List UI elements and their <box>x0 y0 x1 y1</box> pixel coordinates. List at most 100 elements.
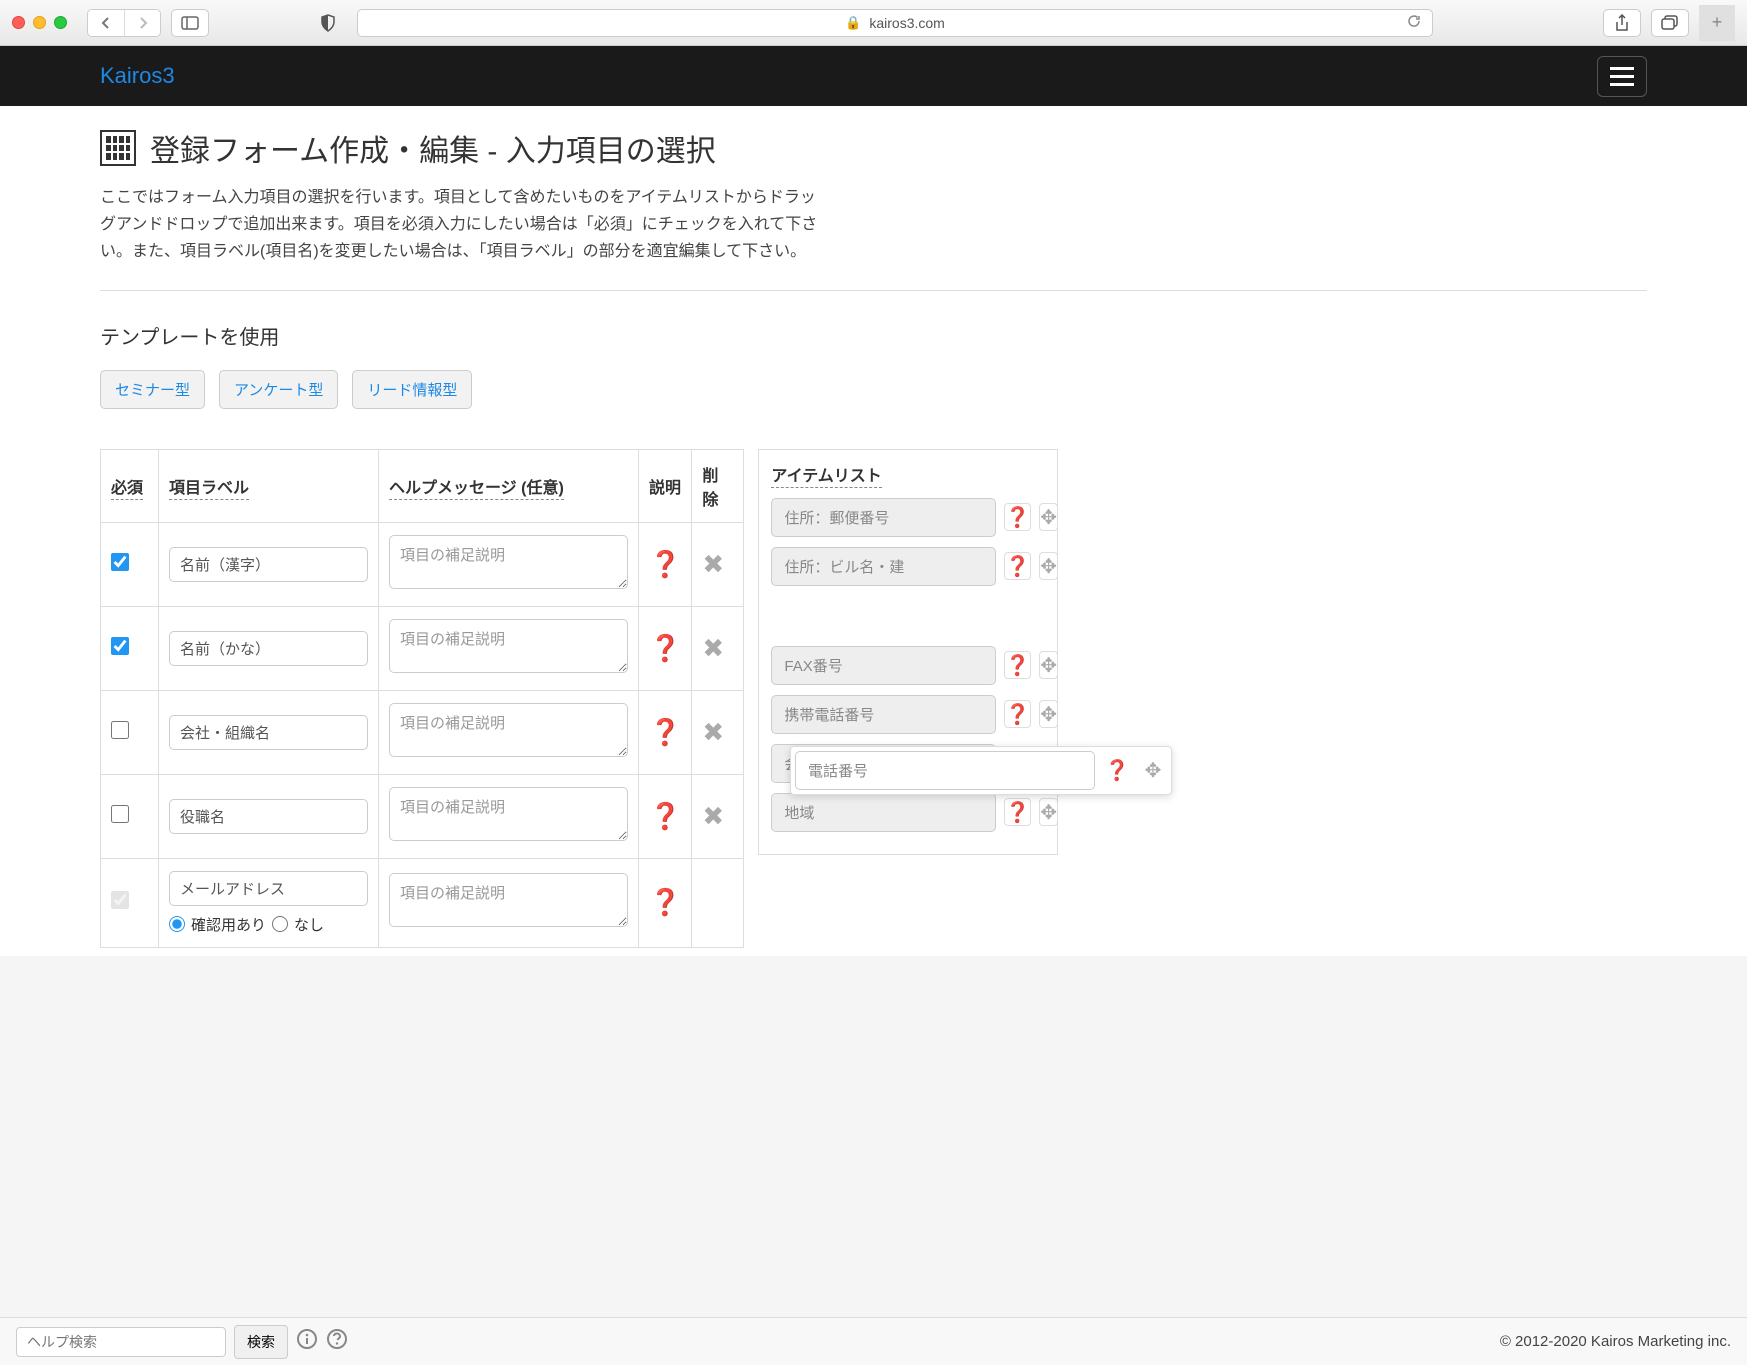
item-help-button[interactable]: ❓ <box>1004 552 1031 580</box>
back-button[interactable] <box>88 10 124 36</box>
form-fields-table: 必須 項目ラベル ヘルプメッセージ (任意) 説明 削除 ❓ ✖ <box>100 449 744 948</box>
help-textarea[interactable] <box>389 535 628 589</box>
question-circle-icon: ❓ <box>649 801 681 831</box>
sidebar-toggle-button[interactable] <box>171 9 209 37</box>
move-icon: ✥ <box>1040 653 1057 678</box>
item-drag-handle[interactable]: ✥ <box>1039 552 1058 580</box>
required-checkbox[interactable] <box>111 637 129 655</box>
question-circle-icon: ❓ <box>649 549 681 579</box>
help-textarea[interactable] <box>389 873 628 927</box>
table-row: ❓ ✖ <box>101 774 744 858</box>
page-description: ここではフォーム入力項目の選択を行います。項目として含めたいものをアイテムリスト… <box>100 184 820 266</box>
confirm-yes-label: 確認用あり <box>191 914 266 935</box>
help-search-button[interactable]: 検索 <box>234 1325 288 1359</box>
item-help-button[interactable]: ❓ <box>1004 700 1031 728</box>
item-label <box>771 793 996 832</box>
new-tab-button[interactable]: + <box>1699 5 1735 41</box>
minimize-window-button[interactable] <box>33 16 46 29</box>
item-drag-handle[interactable]: ✥ <box>1139 757 1167 785</box>
share-button[interactable] <box>1603 9 1641 37</box>
dragging-item[interactable]: ❓ ✥ <box>790 746 1172 795</box>
template-lead-button[interactable]: リード情報型 <box>352 370 472 409</box>
required-checkbox[interactable] <box>111 805 129 823</box>
question-circle-icon: ❓ <box>1005 505 1030 530</box>
item-label <box>771 547 996 586</box>
item-help-button[interactable]: ❓ <box>1004 798 1031 826</box>
question-circle-icon: ❓ <box>649 717 681 747</box>
template-section-label: テンプレートを使用 <box>100 321 1647 350</box>
item-help-button[interactable]: ❓ <box>1103 757 1131 785</box>
item-help-button[interactable]: ❓ <box>1004 651 1031 679</box>
tabs-icon <box>1661 15 1679 31</box>
required-checkbox[interactable] <box>111 721 129 739</box>
footer: 検索 © 2012-2020 Kairos Marketing inc. <box>0 1317 1747 1365</box>
menu-button[interactable] <box>1597 56 1647 97</box>
template-seminar-button[interactable]: セミナー型 <box>100 370 205 409</box>
list-item[interactable]: ❓ ✥ <box>771 498 1045 537</box>
item-drag-handle[interactable]: ✥ <box>1039 503 1058 531</box>
table-row: ❓ ✖ <box>101 606 744 690</box>
template-buttons: セミナー型 アンケート型 リード情報型 <box>100 370 1647 409</box>
required-checkbox[interactable] <box>111 553 129 571</box>
th-explain: 説明 <box>649 480 681 497</box>
forward-button[interactable] <box>124 10 160 36</box>
help-textarea[interactable] <box>389 703 628 757</box>
divider <box>100 290 1647 291</box>
explain-button[interactable]: ❓ <box>639 858 692 947</box>
confirm-no-radio[interactable] <box>272 916 288 932</box>
sidebar-icon <box>181 16 199 30</box>
delete-button[interactable]: ✖ <box>692 606 744 690</box>
help-button[interactable] <box>326 1328 348 1356</box>
explain-button[interactable]: ❓ <box>639 690 692 774</box>
label-input[interactable] <box>169 715 368 750</box>
help-textarea[interactable] <box>389 787 628 841</box>
item-drag-handle[interactable]: ✥ <box>1039 798 1058 826</box>
confirm-no-label: なし <box>294 914 324 935</box>
move-icon: ✥ <box>1145 758 1162 783</box>
item-drag-handle[interactable]: ✥ <box>1039 700 1058 728</box>
share-icon <box>1615 14 1629 32</box>
item-help-button[interactable]: ❓ <box>1004 503 1031 531</box>
question-circle-icon <box>326 1328 348 1350</box>
required-checkbox[interactable] <box>111 891 129 909</box>
info-button[interactable] <box>296 1328 318 1356</box>
privacy-button[interactable] <box>309 9 347 37</box>
explain-button[interactable]: ❓ <box>639 522 692 606</box>
explain-button[interactable]: ❓ <box>639 774 692 858</box>
question-circle-icon: ❓ <box>649 887 681 917</box>
th-required: 必須 <box>111 480 143 500</box>
dragging-label <box>795 751 1095 790</box>
label-input[interactable] <box>169 547 368 582</box>
lock-icon: 🔒 <box>845 15 861 31</box>
list-item[interactable]: ❓ ✥ <box>771 547 1045 586</box>
maximize-window-button[interactable] <box>54 16 67 29</box>
delete-button[interactable]: ✖ <box>692 522 744 606</box>
reload-icon[interactable] <box>1406 13 1422 32</box>
item-label <box>771 695 996 734</box>
explain-button[interactable]: ❓ <box>639 606 692 690</box>
url-bar[interactable]: 🔒 kairos3.com <box>357 9 1433 37</box>
list-item[interactable]: ❓ ✥ <box>771 695 1045 734</box>
app-logo[interactable]: Kairos3 <box>100 63 175 89</box>
delete-button[interactable]: ✖ <box>692 690 744 774</box>
help-textarea[interactable] <box>389 619 628 673</box>
label-input[interactable] <box>169 799 368 834</box>
tabs-button[interactable] <box>1651 9 1689 37</box>
template-survey-button[interactable]: アンケート型 <box>219 370 338 409</box>
th-help: ヘルプメッセージ (任意) <box>389 480 564 500</box>
item-drag-handle[interactable]: ✥ <box>1039 651 1058 679</box>
help-search-input[interactable] <box>16 1327 226 1357</box>
th-delete: 削除 <box>702 468 718 509</box>
list-item[interactable]: ❓ ✥ <box>771 793 1045 832</box>
move-icon: ✥ <box>1040 554 1057 579</box>
confirm-yes-radio[interactable] <box>169 916 185 932</box>
close-window-button[interactable] <box>12 16 25 29</box>
delete-button[interactable]: ✖ <box>692 774 744 858</box>
list-item[interactable]: ❓ ✥ <box>771 646 1045 685</box>
label-input[interactable] <box>169 631 368 666</box>
table-row: ❓ ✖ <box>101 522 744 606</box>
info-circle-icon <box>296 1328 318 1350</box>
item-label <box>771 498 996 537</box>
question-circle-icon: ❓ <box>1005 554 1030 579</box>
label-input[interactable] <box>169 871 368 906</box>
